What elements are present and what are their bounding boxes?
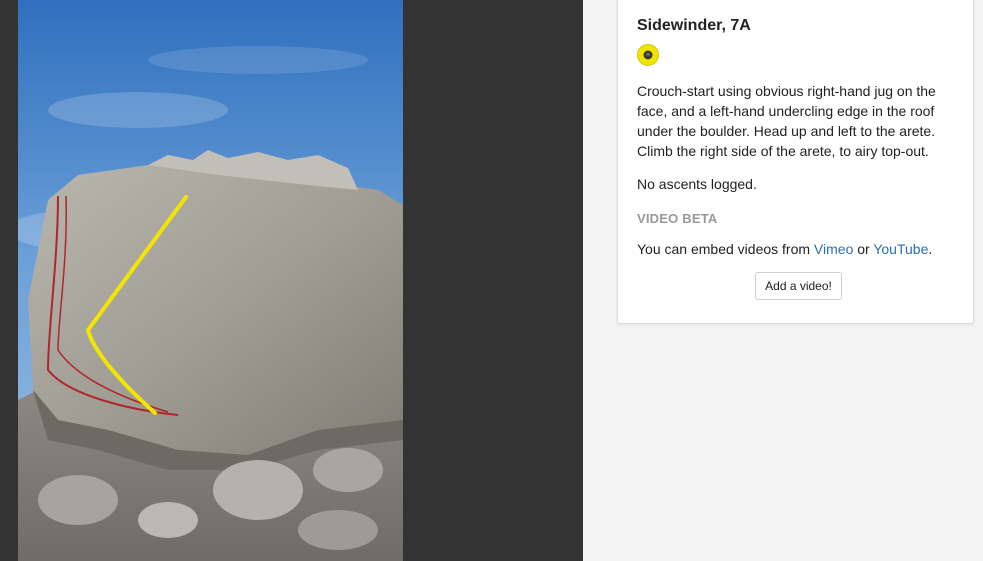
ascents-status: No ascents logged.: [637, 176, 757, 192]
boulder-photo[interactable]: [18, 0, 403, 561]
problem-title: Sidewinder, 7A: [637, 17, 751, 34]
embed-or: or: [853, 241, 874, 257]
problem-description: Crouch-start using obvious right-hand ju…: [637, 83, 936, 159]
boulder-topo-image: [18, 0, 403, 561]
video-embed-text: You can embed videos from Vimeo or YouTu…: [637, 241, 932, 257]
video-beta-heading: VIDEO BETA: [637, 211, 718, 226]
grade-circle-icon: [637, 44, 659, 66]
problem-card: Sidewinder, 7A Crouch-start using obviou…: [617, 0, 974, 324]
vimeo-link[interactable]: Vimeo: [814, 241, 853, 257]
youtube-link[interactable]: YouTube: [873, 241, 928, 257]
add-video-button[interactable]: Add a video!: [755, 272, 842, 300]
embed-suffix: .: [928, 241, 933, 257]
embed-prefix: You can embed videos from: [637, 241, 814, 257]
